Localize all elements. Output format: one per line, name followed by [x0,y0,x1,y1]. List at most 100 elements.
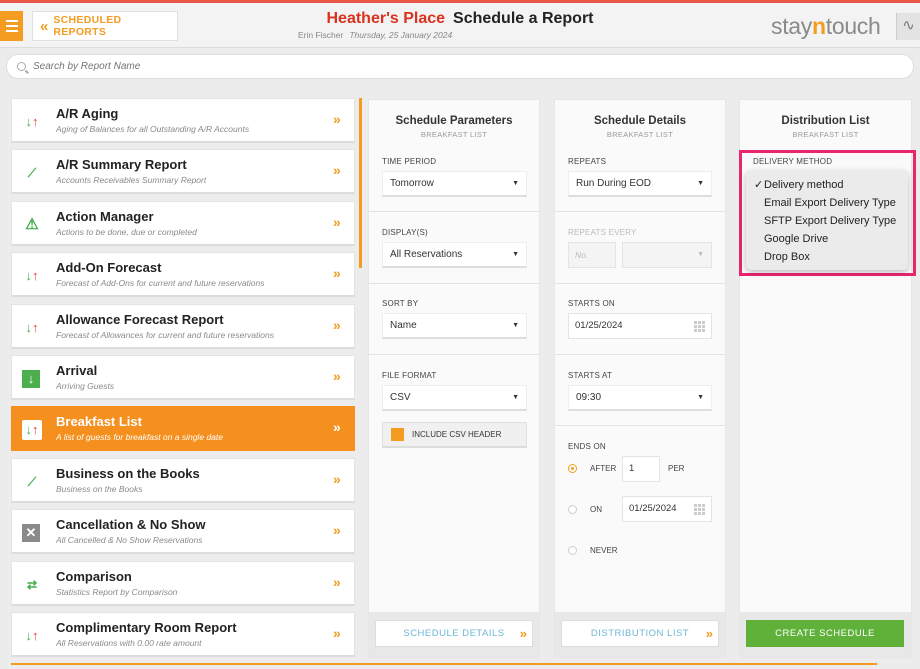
checkbox-label: INCLUDE CSV HEADER [412,430,502,439]
report-description: Statistics Report by Comparison [56,586,178,597]
double-chevron-right-icon: » [519,626,527,641]
delivery-option[interactable]: Drop Box [746,248,908,266]
create-schedule-button[interactable]: CREATE SCHEDULE [746,620,904,647]
starts-at-select[interactable]: 09:30 ▼ [568,385,712,411]
report-list-item[interactable]: ⇄ Comparison Statistics Report by Comparis… [11,560,355,606]
sort-by-select[interactable]: Name ▼ [382,313,527,339]
repeats-every-number-input[interactable]: No. [568,242,616,268]
ends-after-count-input[interactable]: 1 [622,456,660,482]
caret-down-icon: ▼ [512,394,519,401]
file-format-value: CSV [390,392,411,403]
report-description: Aging of Balances for all Outstanding A/… [56,124,250,134]
search-input[interactable] [33,61,333,72]
report-name: Cancellation & No Show [56,517,206,533]
ends-on-label: ENDS ON [568,442,606,451]
delivery-option-label: SFTP Export Delivery Type [764,215,897,227]
report-name: Comparison [56,568,132,584]
report-list-item[interactable]: ⟋ A/R Summary Report Accounts Receivables … [11,149,355,195]
warning-icon: ⚠ [25,215,39,233]
stayntouch-logo: stayntouch [771,13,881,40]
up-down-arrows-icon: ↓↑ [22,420,42,441]
report-description: Forecast of Allowances for current and f… [56,329,274,340]
caret-down-icon: ▼ [697,180,704,187]
search-icon [17,62,26,71]
double-chevron-right-icon: » [333,162,341,179]
report-list-item[interactable]: ↓↑ A/R Aging Aging of Balances for all Out… [11,98,355,143]
user-date-line: Erin Fischer Thursday, 25 January 2024 [298,30,452,40]
activity-icon[interactable]: ∿ [896,13,920,40]
starts-at-value: 09:30 [576,392,602,403]
delivery-method-dropdown[interactable]: ✓ Delivery method Email Export Delivery Ty… [746,170,908,270]
report-list-scrollbar[interactable] [359,98,362,268]
report-list-item[interactable]: ↓↑ Add-On Forecast Forecast of Add-Ons for… [11,252,355,298]
app-header: « SCHEDULED REPORTS Heather's Place Sched… [0,3,920,48]
panel-title: Schedule Parameters [395,115,513,127]
report-list[interactable]: ↓↑ A/R Aging Aging of Balances for all Out… [11,98,361,661]
trend-chart-icon: ⟋ [27,474,37,489]
report-list-item[interactable]: ↓↑ Allowance Forecast Report Forecast of A… [11,303,355,349]
double-chevron-right-icon: » [333,522,341,539]
business-date: Thursday, 25 January 2024 [349,30,453,40]
time-period-select[interactable]: Tomorrow ▼ [382,171,527,197]
distribution-list-button[interactable]: DISTRIBUTION LIST » [561,620,719,647]
starts-on-label: STARTS ON [568,299,615,308]
bottom-progress-bar [0,663,920,669]
ends-never-radio[interactable] [568,546,577,555]
panel-title: Distribution List [781,115,870,127]
delivery-option[interactable]: ✓ Delivery method [746,176,908,194]
up-down-arrows-icon: ↓↑ [25,319,39,335]
report-list-item[interactable]: ⟋ Business on the Books Business on the Bo… [11,457,355,503]
divider [555,211,725,212]
divider [555,283,725,284]
starts-at-label: STARTS AT [568,371,613,380]
ends-on-value: 01/25/2024 [629,503,677,514]
schedule-parameters-panel: Schedule Parameters BREAKFAST LIST TIME … [368,99,540,658]
report-list-item[interactable]: ↓↑ Complimentary Room Report All Reservati… [11,612,355,657]
divider [555,425,725,426]
double-chevron-right-icon: » [705,626,713,641]
report-list-item[interactable]: ⚠ Action Manager Actions to be done, due o… [11,200,355,246]
double-chevron-right-icon: » [333,111,341,127]
report-name: Complimentary Room Report [56,620,237,635]
delivery-option[interactable]: Email Export Delivery Type [746,194,908,212]
report-name: Arrival [56,363,98,378]
panel-title: Schedule Details [593,115,687,127]
report-list-item[interactable]: ✕ Cancellation & No Show All Cancelled & N… [11,509,355,555]
include-csv-header-checkbox[interactable]: INCLUDE CSV HEADER [382,422,527,448]
report-description: Accounts Receivables Summary Report [56,175,207,186]
report-search-bar[interactable] [6,54,914,79]
delivery-option[interactable]: SFTP Export Delivery Type [746,212,908,230]
up-down-arrows-icon: ↓↑ [25,628,39,643]
report-list-item[interactable]: ↓↑ Breakfast List A list of guests for bre… [11,406,355,452]
display-value: All Reservations [390,249,463,260]
cancel-icon: ✕ [22,524,40,543]
report-description: Forecast of Add-Ons for current and futu… [56,278,265,289]
panel-subtitle: BREAKFAST LIST [606,130,674,139]
up-down-arrows-icon: ↓↑ [25,268,39,284]
never-label: NEVER [590,546,618,555]
panel-footer: DISTRIBUTION LIST » [555,612,725,657]
double-chevron-right-icon: » [333,368,341,384]
starts-on-date-field[interactable]: 01/25/2024 [568,313,712,339]
report-list-item[interactable]: ↓ Arrival Arriving Guests » [11,355,355,400]
compare-icon: ⇄ [26,577,38,592]
delivery-option-label: Email Export Delivery Type [764,197,896,209]
ends-after-radio[interactable] [568,464,577,473]
caret-down-icon: ▼ [512,180,519,187]
divider [369,211,539,212]
double-chevron-right-icon: » [333,625,341,641]
sort-by-value: Name [390,320,417,331]
display-select[interactable]: All Reservations ▼ [382,242,527,268]
repeats-select[interactable]: Run During EOD ▼ [568,171,712,197]
repeats-value: Run During EOD [576,178,652,189]
schedule-details-button[interactable]: SCHEDULE DETAILS » [375,620,533,647]
delivery-option[interactable]: Google Drive [746,230,908,248]
starts-on-value: 01/25/2024 [575,320,623,331]
file-format-select[interactable]: CSV ▼ [382,385,527,411]
user-name: Erin Fischer [298,30,344,40]
ends-on-date-field[interactable]: 01/25/2024 [622,496,712,522]
double-chevron-right-icon: » [333,573,341,590]
report-description: All Reservations with 0.00 rate amount [56,638,202,648]
ends-on-date-radio[interactable] [568,505,577,514]
repeats-every-unit-select[interactable]: ▼ [622,242,712,268]
